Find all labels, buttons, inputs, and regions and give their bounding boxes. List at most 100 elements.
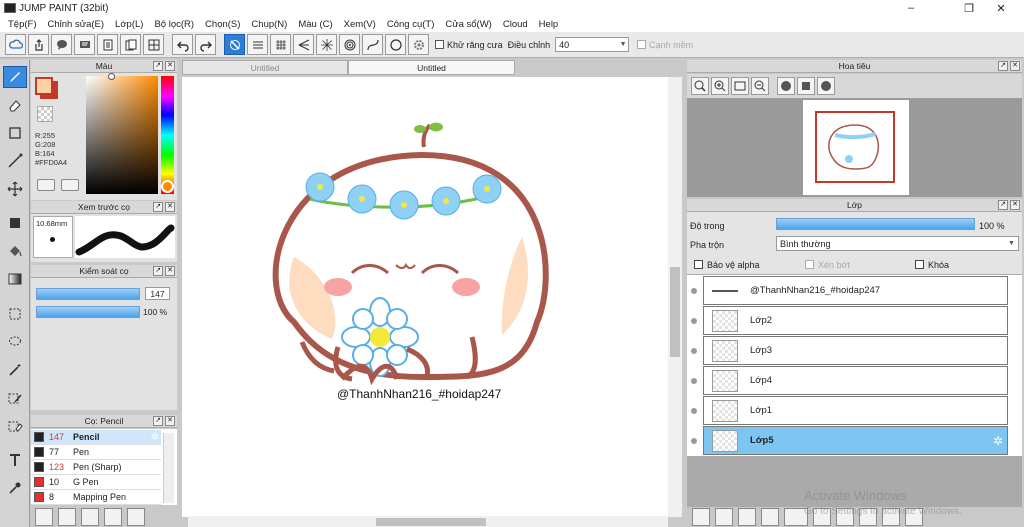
cloud-icon[interactable] bbox=[5, 34, 26, 55]
document-tab-1[interactable]: Untitled bbox=[182, 60, 348, 75]
new-layer-8bit-icon[interactable] bbox=[715, 508, 733, 526]
fit-window-icon[interactable] bbox=[731, 77, 749, 95]
close-panel-icon[interactable]: ✕ bbox=[1010, 200, 1020, 210]
close-panel-icon[interactable]: ✕ bbox=[1010, 61, 1020, 71]
new-layer-icon[interactable] bbox=[692, 508, 710, 526]
curve-icon[interactable] bbox=[362, 34, 383, 55]
saturation-value-picker[interactable] bbox=[86, 76, 158, 194]
eraser-tool-icon[interactable] bbox=[3, 94, 27, 116]
zoom-out-icon[interactable] bbox=[751, 77, 769, 95]
pages-icon[interactable] bbox=[120, 34, 141, 55]
soft-edge-checkbox[interactable] bbox=[637, 40, 647, 49]
gear-icon[interactable] bbox=[408, 34, 429, 55]
close-panel-icon[interactable]: ✕ bbox=[165, 202, 175, 212]
close-panel-icon[interactable]: ✕ bbox=[165, 61, 175, 71]
magic-wand-tool-icon[interactable] bbox=[3, 359, 27, 381]
new-layer-1bit-icon[interactable] bbox=[738, 508, 756, 526]
select-eraser-tool-icon[interactable] bbox=[3, 415, 27, 437]
brush-size-slider[interactable] bbox=[36, 288, 140, 300]
comment-icon[interactable] bbox=[74, 34, 95, 55]
gradient-tool-icon[interactable] bbox=[3, 268, 27, 290]
pen-tool-icon[interactable] bbox=[3, 66, 27, 88]
layer-row[interactable]: Lớp3 bbox=[703, 336, 1008, 365]
color-picker-icon[interactable] bbox=[61, 179, 79, 191]
brush-item-mapping-pen[interactable]: 8 Mapping Pen bbox=[31, 490, 161, 505]
menu-window[interactable]: Cửa sổ(W) bbox=[441, 19, 498, 30]
close-button[interactable]: ✕ bbox=[978, 0, 1024, 16]
brush-list-scrollbar[interactable] bbox=[163, 433, 174, 503]
transparent-color-swatch[interactable] bbox=[37, 106, 53, 122]
detach-panel-icon[interactable]: ↗ bbox=[153, 61, 163, 71]
folder-icon[interactable] bbox=[127, 508, 145, 526]
speech-bubble-icon[interactable] bbox=[51, 34, 72, 55]
drawing-canvas[interactable]: @ThanhNhan216_#hoidap247 bbox=[182, 77, 668, 517]
brush-item-pen-sharp[interactable]: 123 Pen (Sharp) bbox=[31, 460, 161, 475]
lasso-tool-icon[interactable] bbox=[3, 331, 27, 353]
menu-edit[interactable]: Chỉnh sửa(E) bbox=[44, 19, 112, 30]
menu-capture[interactable]: Chụp(N) bbox=[247, 19, 294, 30]
brush-item-pencil[interactable]: 147 Pencil ✲ bbox=[31, 430, 161, 445]
gear-icon[interactable]: ✲ bbox=[151, 432, 159, 443]
protect-alpha-checkbox[interactable] bbox=[694, 260, 703, 269]
visibility-toggle-icon[interactable] bbox=[691, 378, 697, 384]
new-brush-icon[interactable] bbox=[58, 508, 76, 526]
document-tab-2[interactable]: Untitled bbox=[348, 60, 515, 75]
main-color-swatch[interactable] bbox=[35, 77, 53, 95]
share-icon[interactable] bbox=[28, 34, 49, 55]
horizontal-scroll-thumb[interactable] bbox=[376, 518, 486, 526]
menu-help[interactable]: Help bbox=[535, 19, 566, 30]
detach-panel-icon[interactable]: ↗ bbox=[153, 202, 163, 212]
brush-item-pen[interactable]: 77 Pen bbox=[31, 445, 161, 460]
redo-icon[interactable] bbox=[195, 34, 216, 55]
canvas-horizontal-scrollbar[interactable] bbox=[188, 516, 668, 527]
menu-tools[interactable]: Công cụ(T) bbox=[383, 19, 442, 30]
hue-cursor[interactable] bbox=[161, 180, 174, 193]
snap-off-icon[interactable] bbox=[224, 34, 245, 55]
ellipse-icon[interactable] bbox=[385, 34, 406, 55]
hue-slider[interactable] bbox=[161, 76, 174, 194]
adjust-combo[interactable]: 40 ▼ bbox=[555, 37, 630, 52]
parallel-lines-icon[interactable] bbox=[247, 34, 268, 55]
layer-row[interactable]: Lớp1 bbox=[703, 396, 1008, 425]
visibility-toggle-icon[interactable] bbox=[691, 408, 697, 414]
layer-opacity-slider[interactable] bbox=[776, 218, 975, 230]
crosshatch-icon[interactable] bbox=[270, 34, 291, 55]
page-icon[interactable] bbox=[97, 34, 118, 55]
detach-panel-icon[interactable]: ↗ bbox=[153, 416, 163, 426]
bucket-tool-icon[interactable] bbox=[3, 240, 27, 262]
rectangle-tool-icon[interactable] bbox=[3, 122, 27, 144]
minimize-button[interactable]: – bbox=[888, 0, 934, 16]
visibility-toggle-icon[interactable] bbox=[691, 288, 697, 294]
layer-row[interactable]: Lớp2 bbox=[703, 306, 1008, 335]
fill-rect-tool-icon[interactable] bbox=[3, 212, 27, 234]
visibility-toggle-icon[interactable] bbox=[691, 348, 697, 354]
menu-filter[interactable]: Bộ lọc(R) bbox=[150, 19, 201, 30]
rotate-left-icon[interactable] bbox=[777, 77, 795, 95]
eyedropper-tool-icon[interactable] bbox=[3, 477, 27, 499]
close-panel-icon[interactable]: ✕ bbox=[165, 266, 175, 276]
rotate-right-icon[interactable] bbox=[817, 77, 835, 95]
visibility-toggle-icon[interactable] bbox=[691, 438, 697, 444]
blend-mode-select[interactable]: Bình thường ▼ bbox=[776, 236, 1019, 251]
menu-select[interactable]: Chọn(S) bbox=[201, 19, 247, 30]
menu-layer[interactable]: Lớp(L) bbox=[111, 19, 150, 30]
text-tool-icon[interactable] bbox=[3, 449, 27, 471]
new-layer-halftone-icon[interactable] bbox=[761, 508, 779, 526]
gear-icon[interactable]: ✲ bbox=[993, 434, 1003, 448]
menu-color[interactable]: Màu (C) bbox=[294, 19, 339, 30]
layer-row-selected[interactable]: Lớp5 ✲ bbox=[703, 426, 1008, 455]
menu-view[interactable]: Xem(V) bbox=[340, 19, 383, 30]
line-tool-icon[interactable] bbox=[3, 150, 27, 172]
upload-cloud-icon[interactable] bbox=[35, 508, 53, 526]
brush-menu-icon[interactable] bbox=[81, 508, 99, 526]
perspective-icon[interactable] bbox=[293, 34, 314, 55]
lock-checkbox[interactable] bbox=[915, 260, 924, 269]
detach-panel-icon[interactable]: ↗ bbox=[998, 61, 1008, 71]
brush-opacity-slider[interactable] bbox=[36, 306, 140, 318]
select-rect-tool-icon[interactable] bbox=[3, 303, 27, 325]
close-panel-icon[interactable]: ✕ bbox=[165, 416, 175, 426]
radial-icon[interactable] bbox=[316, 34, 337, 55]
navigator-viewport-frame[interactable] bbox=[815, 111, 895, 183]
move-tool-icon[interactable] bbox=[3, 178, 27, 200]
navigator-thumbnail[interactable] bbox=[803, 100, 909, 195]
